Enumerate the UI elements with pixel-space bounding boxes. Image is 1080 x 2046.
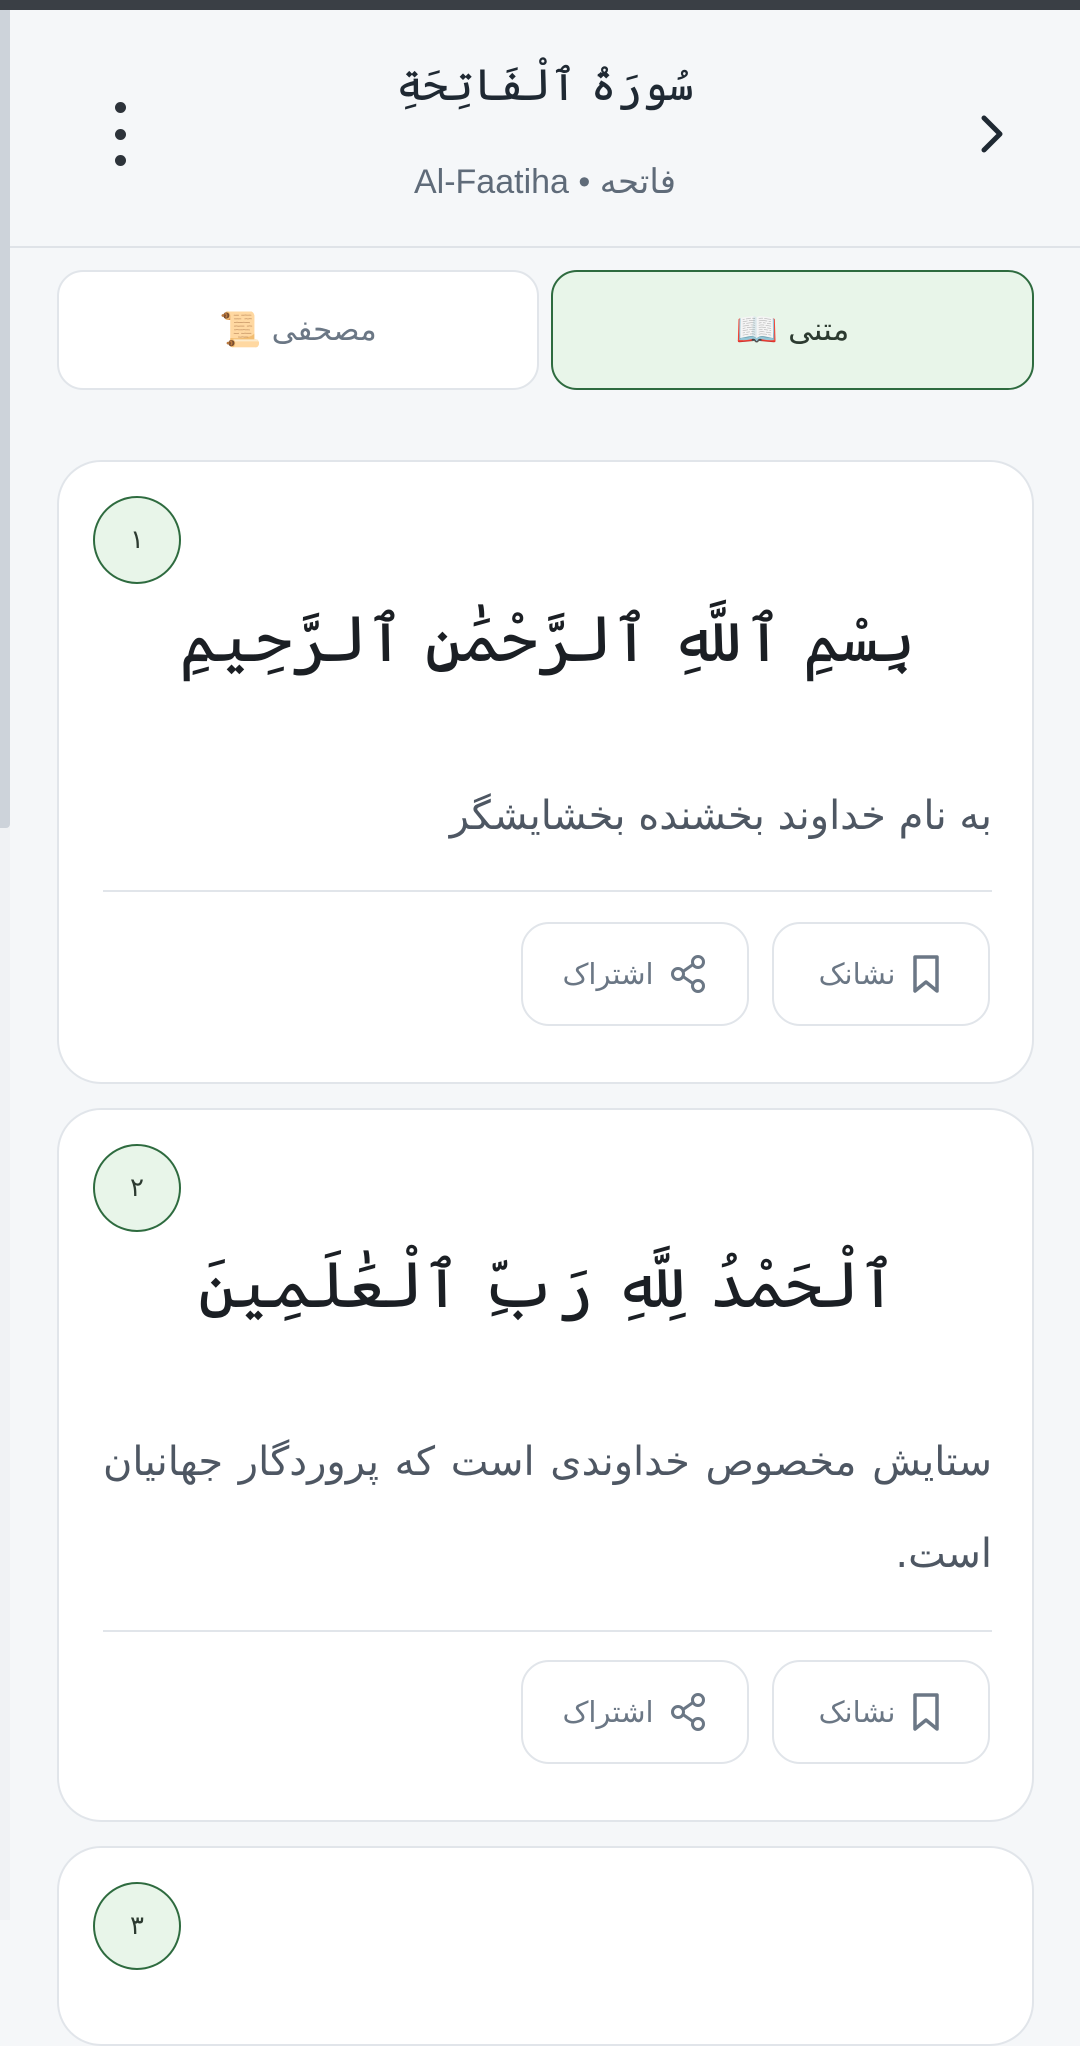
next-surah-button[interactable] (970, 110, 1014, 158)
more-vertical-icon (114, 102, 126, 113)
verse-number-badge: ۱ (93, 496, 181, 584)
share-icon (670, 1693, 705, 1731)
app-header: سُورَةُ ٱلْفَاتِحَةِ Al-Faatiha • فاتحه (10, 10, 1080, 248)
status-strip (0, 0, 1080, 10)
more-options-button[interactable] (94, 102, 146, 166)
more-vertical-icon-dot (114, 128, 126, 140)
share-button[interactable]: اشتراک (521, 1660, 749, 1764)
bookmark-label: نشانک (818, 957, 896, 991)
bookmark-button[interactable]: نشانک (772, 922, 990, 1026)
verse-translation: به نام خداوند بخشنده بخشایشگر (449, 793, 992, 839)
tab-text[interactable]: 📖 متنی (551, 270, 1034, 390)
verse-card: ۲ ٱلْحَمْدُ لِلَّهِ رَبِّ ٱلْعَٰلَمِينَ … (57, 1108, 1034, 1822)
tab-text-label: متنی (788, 312, 850, 348)
share-icon (670, 955, 705, 993)
scroll-icon: 📜 (219, 310, 262, 350)
chevron-right-icon (981, 115, 1003, 153)
bookmark-button[interactable]: نشانک (772, 1660, 990, 1764)
verse-divider (103, 890, 992, 892)
share-label: اشتراک (562, 1695, 654, 1729)
verse-number-badge: ۲ (93, 1144, 181, 1232)
book-icon: 📖 (735, 310, 779, 350)
verse-divider (103, 1630, 992, 1632)
bookmark-icon (913, 955, 940, 993)
verse-card: ۳ (57, 1846, 1034, 2046)
verse-arabic-text: ٱلْحَمْدُ لِلَّهِ رَبِّ ٱلْعَٰلَمِينَ (198, 1249, 897, 1323)
tab-mushaf-label: مصحفی (271, 312, 377, 348)
share-label: اشتراک (562, 957, 654, 991)
surah-title: سُورَةُ ٱلْفَاتِحَةِ (396, 60, 694, 111)
more-vertical-icon-dot (114, 155, 126, 166)
verse-card: ۱ بِسْمِ ٱللَّهِ ٱلرَّحْمَٰنِ ٱلرَّحِيمِ… (57, 460, 1034, 1084)
verse-translation: ستایش مخصوص خداوندی است که پروردگار جهان… (103, 1439, 992, 1577)
share-button[interactable]: اشتراک (521, 922, 749, 1026)
verse-number-badge: ۳ (93, 1882, 181, 1970)
tab-mushaf[interactable]: 📜 مصحفی (57, 270, 539, 390)
scrollbar-thumb[interactable] (0, 10, 10, 828)
surah-subtitle: Al-Faatiha • فاتحه (413, 163, 677, 201)
bookmark-label: نشانک (818, 1695, 896, 1729)
verse-arabic-text: بِسْمِ ٱللَّهِ ٱلرَّحْمَٰنِ ٱلرَّحِيمِ (179, 603, 916, 677)
bookmark-icon (913, 1693, 940, 1731)
